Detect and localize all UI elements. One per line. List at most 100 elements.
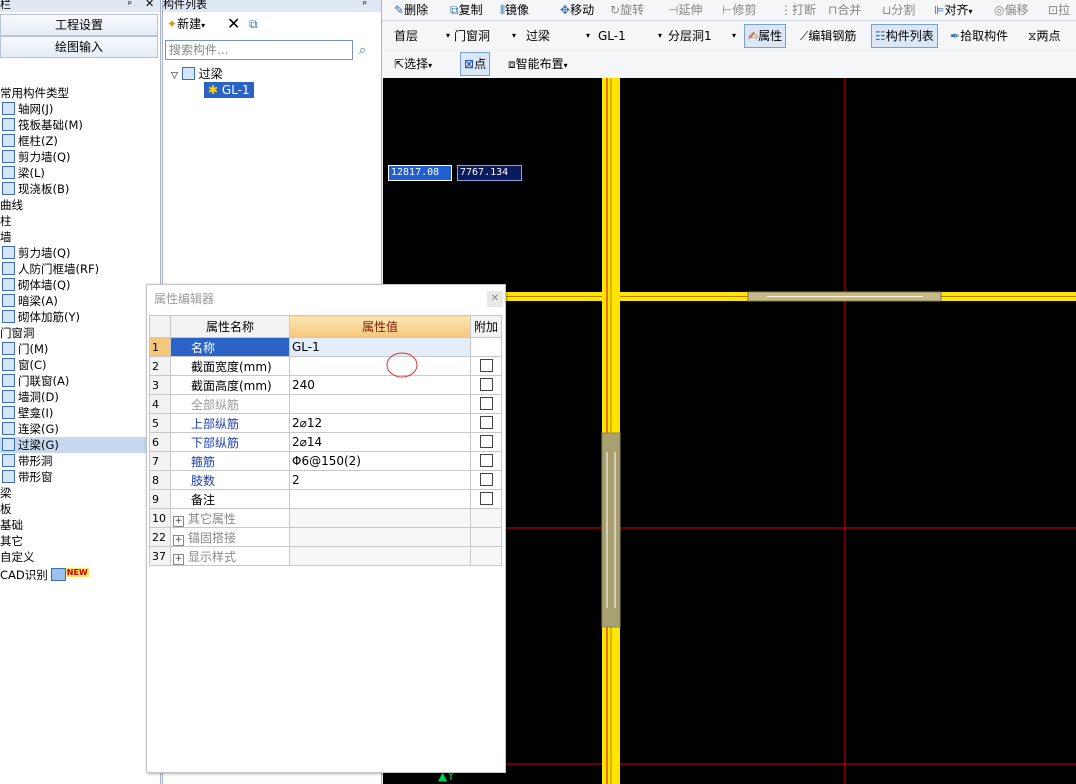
tree-item[interactable]: 壁龛(I) [0, 405, 158, 421]
extra-checkbox[interactable] [479, 415, 493, 429]
property-extra-cell[interactable] [470, 394, 502, 414]
property-value-cell[interactable]: GL-1 [289, 337, 471, 357]
property-value-cell[interactable] [289, 394, 471, 414]
search-icon[interactable]: ⌕ [359, 40, 366, 62]
extend-button[interactable]: ⊣延伸 [668, 0, 702, 20]
close-icon[interactable]: ✕ [487, 291, 503, 307]
coord-x-input[interactable]: 12817.08 [388, 165, 452, 181]
offset-button[interactable]: ◎偏移 [994, 0, 1029, 20]
property-value-cell[interactable]: 240 [289, 375, 471, 395]
pick-component-button[interactable]: ✒拾取构件 [950, 25, 1008, 47]
tree-item[interactable]: 暗梁(A) [0, 293, 158, 309]
type-select[interactable]: 过梁 ▾ [526, 25, 590, 47]
tree-item[interactable]: 连梁(G) [0, 421, 158, 437]
tree-item[interactable]: 基础 [0, 517, 158, 533]
extra-checkbox[interactable] [479, 396, 493, 410]
close-icon[interactable]: ✕ [145, 0, 154, 9]
properties-button[interactable]: ✍属性 [744, 24, 787, 48]
property-row[interactable]: 6 下部纵筋 2⌀14 [149, 432, 502, 452]
drawing-input-button[interactable]: 绘图输入 [0, 36, 158, 58]
extra-checkbox[interactable] [479, 472, 493, 486]
extra-checkbox[interactable] [479, 453, 493, 467]
property-row[interactable]: 8 肢数 2 [149, 470, 502, 490]
break-button[interactable]: ⋮打断 [780, 0, 816, 20]
rotate-button[interactable]: ↻旋转 [610, 0, 644, 20]
tree-item[interactable]: 自定义 [0, 549, 158, 565]
two-points-button[interactable]: ⧖两点 [1028, 25, 1060, 47]
tree-node-gl1[interactable]: ✱ GL-1 [204, 82, 254, 98]
component-select[interactable]: GL-1 ▾ [598, 25, 662, 47]
extra-checkbox[interactable] [479, 434, 493, 448]
property-value-cell[interactable]: 2⌀14 [289, 432, 471, 452]
tree-item[interactable]: 墙洞(D) [0, 389, 158, 405]
property-extra-cell[interactable] [470, 470, 502, 490]
property-extra-cell[interactable] [470, 375, 502, 395]
split-button[interactable]: ⊔分割 [882, 0, 915, 20]
property-value-cell[interactable]: 2⌀12 [289, 413, 471, 433]
property-extra-cell[interactable] [470, 432, 502, 452]
floor-select[interactable]: 首层 ▾ [394, 25, 450, 47]
property-value-cell[interactable]: Φ6@150(2) [289, 451, 471, 471]
tree-item[interactable]: 墙 [0, 229, 158, 245]
expand-icon[interactable]: + [173, 515, 184, 527]
project-settings-button[interactable]: 工程设置 [0, 14, 158, 36]
property-row[interactable]: 37 + 显示样式 [149, 546, 502, 566]
expand-icon[interactable]: + [173, 553, 184, 565]
point-button[interactable]: ⊠点 [460, 52, 491, 76]
property-row[interactable]: 22 + 锚固搭接 [149, 527, 502, 547]
merge-button[interactable]: ⊓合并 [828, 0, 861, 20]
tree-item[interactable]: 梁(L) [0, 165, 158, 181]
property-row[interactable]: 7 箍筋 Φ6@150(2) [149, 451, 502, 471]
tree-item[interactable]: 梁 [0, 485, 158, 501]
category-select[interactable]: 门窗洞 ▾ [454, 25, 516, 47]
delete-button[interactable]: ✎删除 [394, 0, 428, 20]
align-button[interactable]: ⊫对齐▾ [934, 0, 972, 20]
tree-item[interactable]: 现浇板(B) [0, 181, 158, 197]
trim-button[interactable]: ⊢修剪 [722, 0, 756, 20]
coord-y-input[interactable]: 7767.134 [457, 165, 522, 181]
tree-item[interactable]: 带形洞 [0, 453, 158, 469]
property-row[interactable]: 9 备注 [149, 489, 502, 509]
property-row[interactable]: 10 + 其它属性 [149, 508, 502, 528]
pin-icon[interactable]: ᵖ [363, 0, 367, 10]
tree-item[interactable]: 人防门框墙(RF) [0, 261, 158, 277]
property-row[interactable]: 2 截面宽度(mm) [149, 356, 502, 376]
delete-icon[interactable]: ✕ [227, 13, 240, 35]
edit-rebar-button[interactable]: ⟋编辑钢筋 [800, 25, 856, 47]
component-list-button[interactable]: ☷构件列表 [871, 24, 938, 48]
property-extra-cell[interactable] [470, 356, 502, 376]
property-extra-cell[interactable] [470, 489, 502, 509]
extra-checkbox[interactable] [479, 358, 493, 372]
tree-item[interactable]: 砌体加筋(Y) [0, 309, 158, 325]
select-button[interactable]: ⇱选择▾ [394, 53, 432, 75]
stretch-button[interactable]: ⊡拉 [1048, 0, 1070, 20]
tree-item[interactable]: 砌体墙(Q) [0, 277, 158, 293]
tree-item[interactable]: 过梁(G) [0, 437, 158, 453]
extra-checkbox[interactable] [479, 377, 493, 391]
smart-layout-button[interactable]: ⧈智能布置▾ [508, 53, 568, 75]
tree-item[interactable]: 柱 [0, 213, 158, 229]
tree-item[interactable]: 门窗洞 [0, 325, 158, 341]
property-extra-cell[interactable] [470, 451, 502, 471]
pin-icon[interactable]: ᵖ [128, 0, 132, 10]
tree-item[interactable]: 剪力墙(Q) [0, 149, 158, 165]
copy-button[interactable]: ⧉复制 [450, 0, 483, 20]
tree-item[interactable]: 轴网(J) [0, 101, 158, 117]
property-row[interactable]: 1 名称 GL-1 [149, 337, 502, 357]
copy-icon[interactable]: ⧉ [249, 13, 258, 35]
tree-item[interactable]: 框柱(Z) [0, 133, 158, 149]
mirror-button[interactable]: ⫴镜像 [500, 0, 529, 20]
extra-checkbox[interactable] [479, 491, 493, 505]
tree-item[interactable]: 剪力墙(Q) [0, 245, 158, 261]
layer-select[interactable]: 分层洞1 ▾ [668, 25, 736, 47]
property-row[interactable]: 4 全部纵筋 [149, 394, 502, 414]
tree-item[interactable]: 窗(C) [0, 357, 158, 373]
collapse-icon[interactable]: ▽ [171, 71, 178, 81]
tree-item[interactable]: 筏板基础(M) [0, 117, 158, 133]
search-input[interactable]: 搜索构件... [165, 40, 353, 60]
tree-item[interactable]: 门(M) [0, 341, 158, 357]
expand-icon[interactable]: + [173, 534, 184, 546]
tree-item[interactable]: 板 [0, 501, 158, 517]
property-extra-cell[interactable] [470, 413, 502, 433]
tree-item[interactable]: 门联窗(A) [0, 373, 158, 389]
